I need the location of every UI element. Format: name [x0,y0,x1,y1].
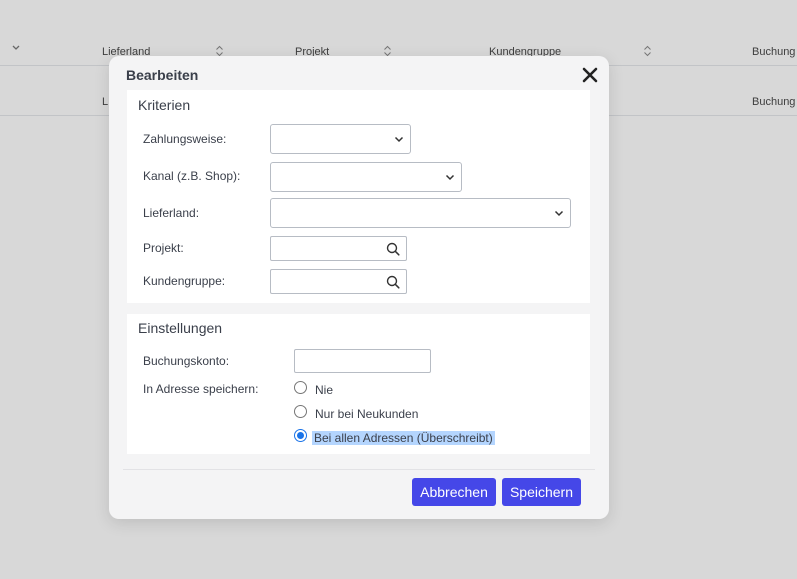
kundengruppe-label: Kundengruppe: [143,274,226,288]
close-button[interactable] [579,64,601,86]
einstellungen-panel: Einstellungen Buchungskonto: In Adresse … [127,314,590,454]
close-icon [582,67,598,83]
buchungskonto-label: Buchungskonto: [143,354,230,368]
kriterien-panel: Kriterien Zahlungsweise: Kanal (z.B. Sho… [127,90,590,303]
kanal-select[interactable] [270,162,462,192]
search-icon[interactable] [386,275,400,289]
lieferland-label: Lieferland: [143,206,200,220]
footer-divider [123,469,595,470]
kundengruppe-search-input[interactable] [270,269,407,294]
chevron-down-icon [554,210,564,217]
search-icon[interactable] [386,242,400,256]
radio-bei-allen-adressen[interactable] [294,429,307,442]
cancel-button[interactable]: Abbrechen [412,478,496,506]
zahlungsweise-select[interactable] [270,124,411,154]
chevron-down-icon [445,174,455,181]
edit-dialog: Bearbeiten Kriterien Zahlungsweise: Kana… [109,56,609,519]
projekt-label: Projekt: [143,241,184,255]
radio-nie[interactable] [294,381,307,394]
projekt-search-input[interactable] [270,236,407,261]
radio-label-bei-allen-adressen[interactable]: Bei allen Adressen (Überschreibt) [312,431,495,445]
lieferland-select[interactable] [270,198,571,228]
zahlungsweise-label: Zahlungsweise: [143,132,227,146]
kriterien-title: Kriterien [138,97,191,113]
radio-nur-bei-neukunden[interactable] [294,405,307,418]
save-button[interactable]: Speichern [502,478,581,506]
chevron-down-icon [394,136,404,143]
einstellungen-title: Einstellungen [138,320,223,336]
kanal-label: Kanal (z.B. Shop): [143,169,241,183]
radio-label-nur-bei-neukunden[interactable]: Nur bei Neukunden [315,407,418,421]
dialog-title: Bearbeiten [126,67,199,83]
buchungskonto-input[interactable] [294,349,431,373]
adresse-speichern-label: In Adresse speichern: [143,382,259,396]
radio-label-nie[interactable]: Nie [315,383,333,397]
